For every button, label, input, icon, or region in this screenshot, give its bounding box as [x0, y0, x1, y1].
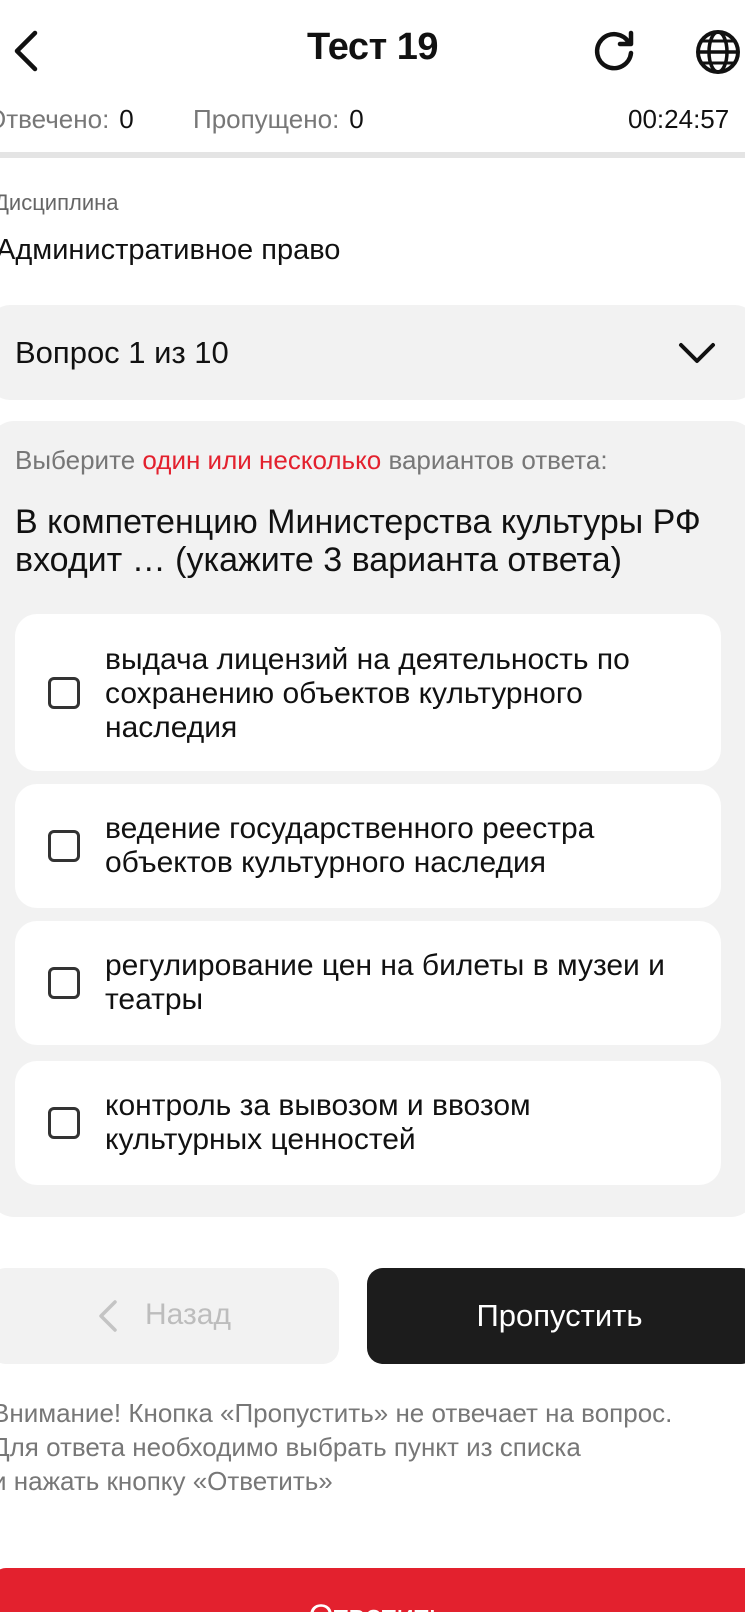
- discipline-value: Административное право: [0, 234, 341, 266]
- notice-line: Для ответа необходимо выбрать пункт из с…: [0, 1432, 581, 1462]
- answer-button[interactable]: Ответить: [0, 1568, 745, 1612]
- header: Тест 19: [0, 0, 745, 100]
- answer-option[interactable]: контроль за вывозом и ввозом культурных …: [15, 1061, 721, 1185]
- timer: 00:24:57: [628, 104, 730, 134]
- globe-icon: [696, 30, 740, 74]
- refresh-icon: [594, 30, 634, 71]
- option-checkbox[interactable]: [48, 967, 80, 999]
- test-stats: Отвечено: 0 Пропущено: 0 00:24:57: [0, 104, 745, 138]
- question-text: В компетенцию Министерства культуры РФ в…: [15, 503, 701, 579]
- skipped-label: Пропущено:: [193, 104, 340, 134]
- option-label: контроль за вывозом и ввозом культурных …: [105, 1089, 531, 1156]
- notice-line: Внимание! Кнопка «Пропустить» не отвечае…: [0, 1398, 673, 1428]
- question-selector[interactable]: Вопрос 1 из 10: [0, 305, 745, 400]
- notice-line: и нажать кнопку «Ответить»: [0, 1466, 333, 1496]
- answer-instruction: Выберите один или несколько вариантов от…: [15, 445, 608, 476]
- skipped-count: 0: [349, 104, 364, 134]
- previous-button[interactable]: Назад: [0, 1268, 339, 1364]
- skip-notice: Внимание! Кнопка «Пропустить» не отвечае…: [0, 1396, 745, 1498]
- skipped-stat: Пропущено: 0: [193, 104, 364, 135]
- previous-button-label: Назад: [145, 1298, 231, 1331]
- instruction-accent: один или несколько: [142, 445, 382, 475]
- option-label: регулирование цен на билеты в музеи и те…: [105, 949, 665, 1016]
- question-selector-label: Вопрос 1 из 10: [15, 335, 229, 370]
- instruction-suffix: вариантов ответа:: [388, 445, 608, 475]
- option-checkbox[interactable]: [48, 830, 80, 862]
- refresh-button[interactable]: [590, 26, 638, 76]
- question-card: Выберите один или несколько вариантов от…: [0, 421, 745, 1217]
- discipline-label: Дисциплина: [0, 190, 119, 215]
- language-button[interactable]: [692, 26, 744, 78]
- option-checkbox[interactable]: [48, 1107, 80, 1139]
- answered-label: Отвечено:: [0, 104, 110, 134]
- chevron-down-icon: [679, 343, 715, 363]
- option-label: выдача лицензий на деятельность по сохра…: [105, 643, 630, 744]
- chevron-left-icon: [99, 1300, 117, 1332]
- option-checkbox[interactable]: [48, 677, 80, 709]
- answer-option[interactable]: ведение государственного реестра объекто…: [15, 784, 721, 908]
- instruction-prefix: Выберите: [15, 445, 136, 475]
- divider: [0, 152, 745, 158]
- answered-stat: Отвечено: 0: [0, 104, 134, 135]
- test-screen: Тест 19 Отвечено: 0 Пропущено: 0 00:24:57: [0, 0, 745, 1612]
- skip-button[interactable]: Пропустить: [367, 1268, 745, 1364]
- answered-count: 0: [119, 104, 134, 134]
- answer-button-label: Ответить: [0, 1598, 745, 1612]
- answer-option[interactable]: регулирование цен на билеты в музеи и те…: [15, 921, 721, 1045]
- skip-button-label: Пропустить: [476, 1298, 643, 1333]
- option-label: ведение государственного реестра объекто…: [105, 812, 595, 879]
- answer-option[interactable]: выдача лицензий на деятельность по сохра…: [15, 614, 721, 771]
